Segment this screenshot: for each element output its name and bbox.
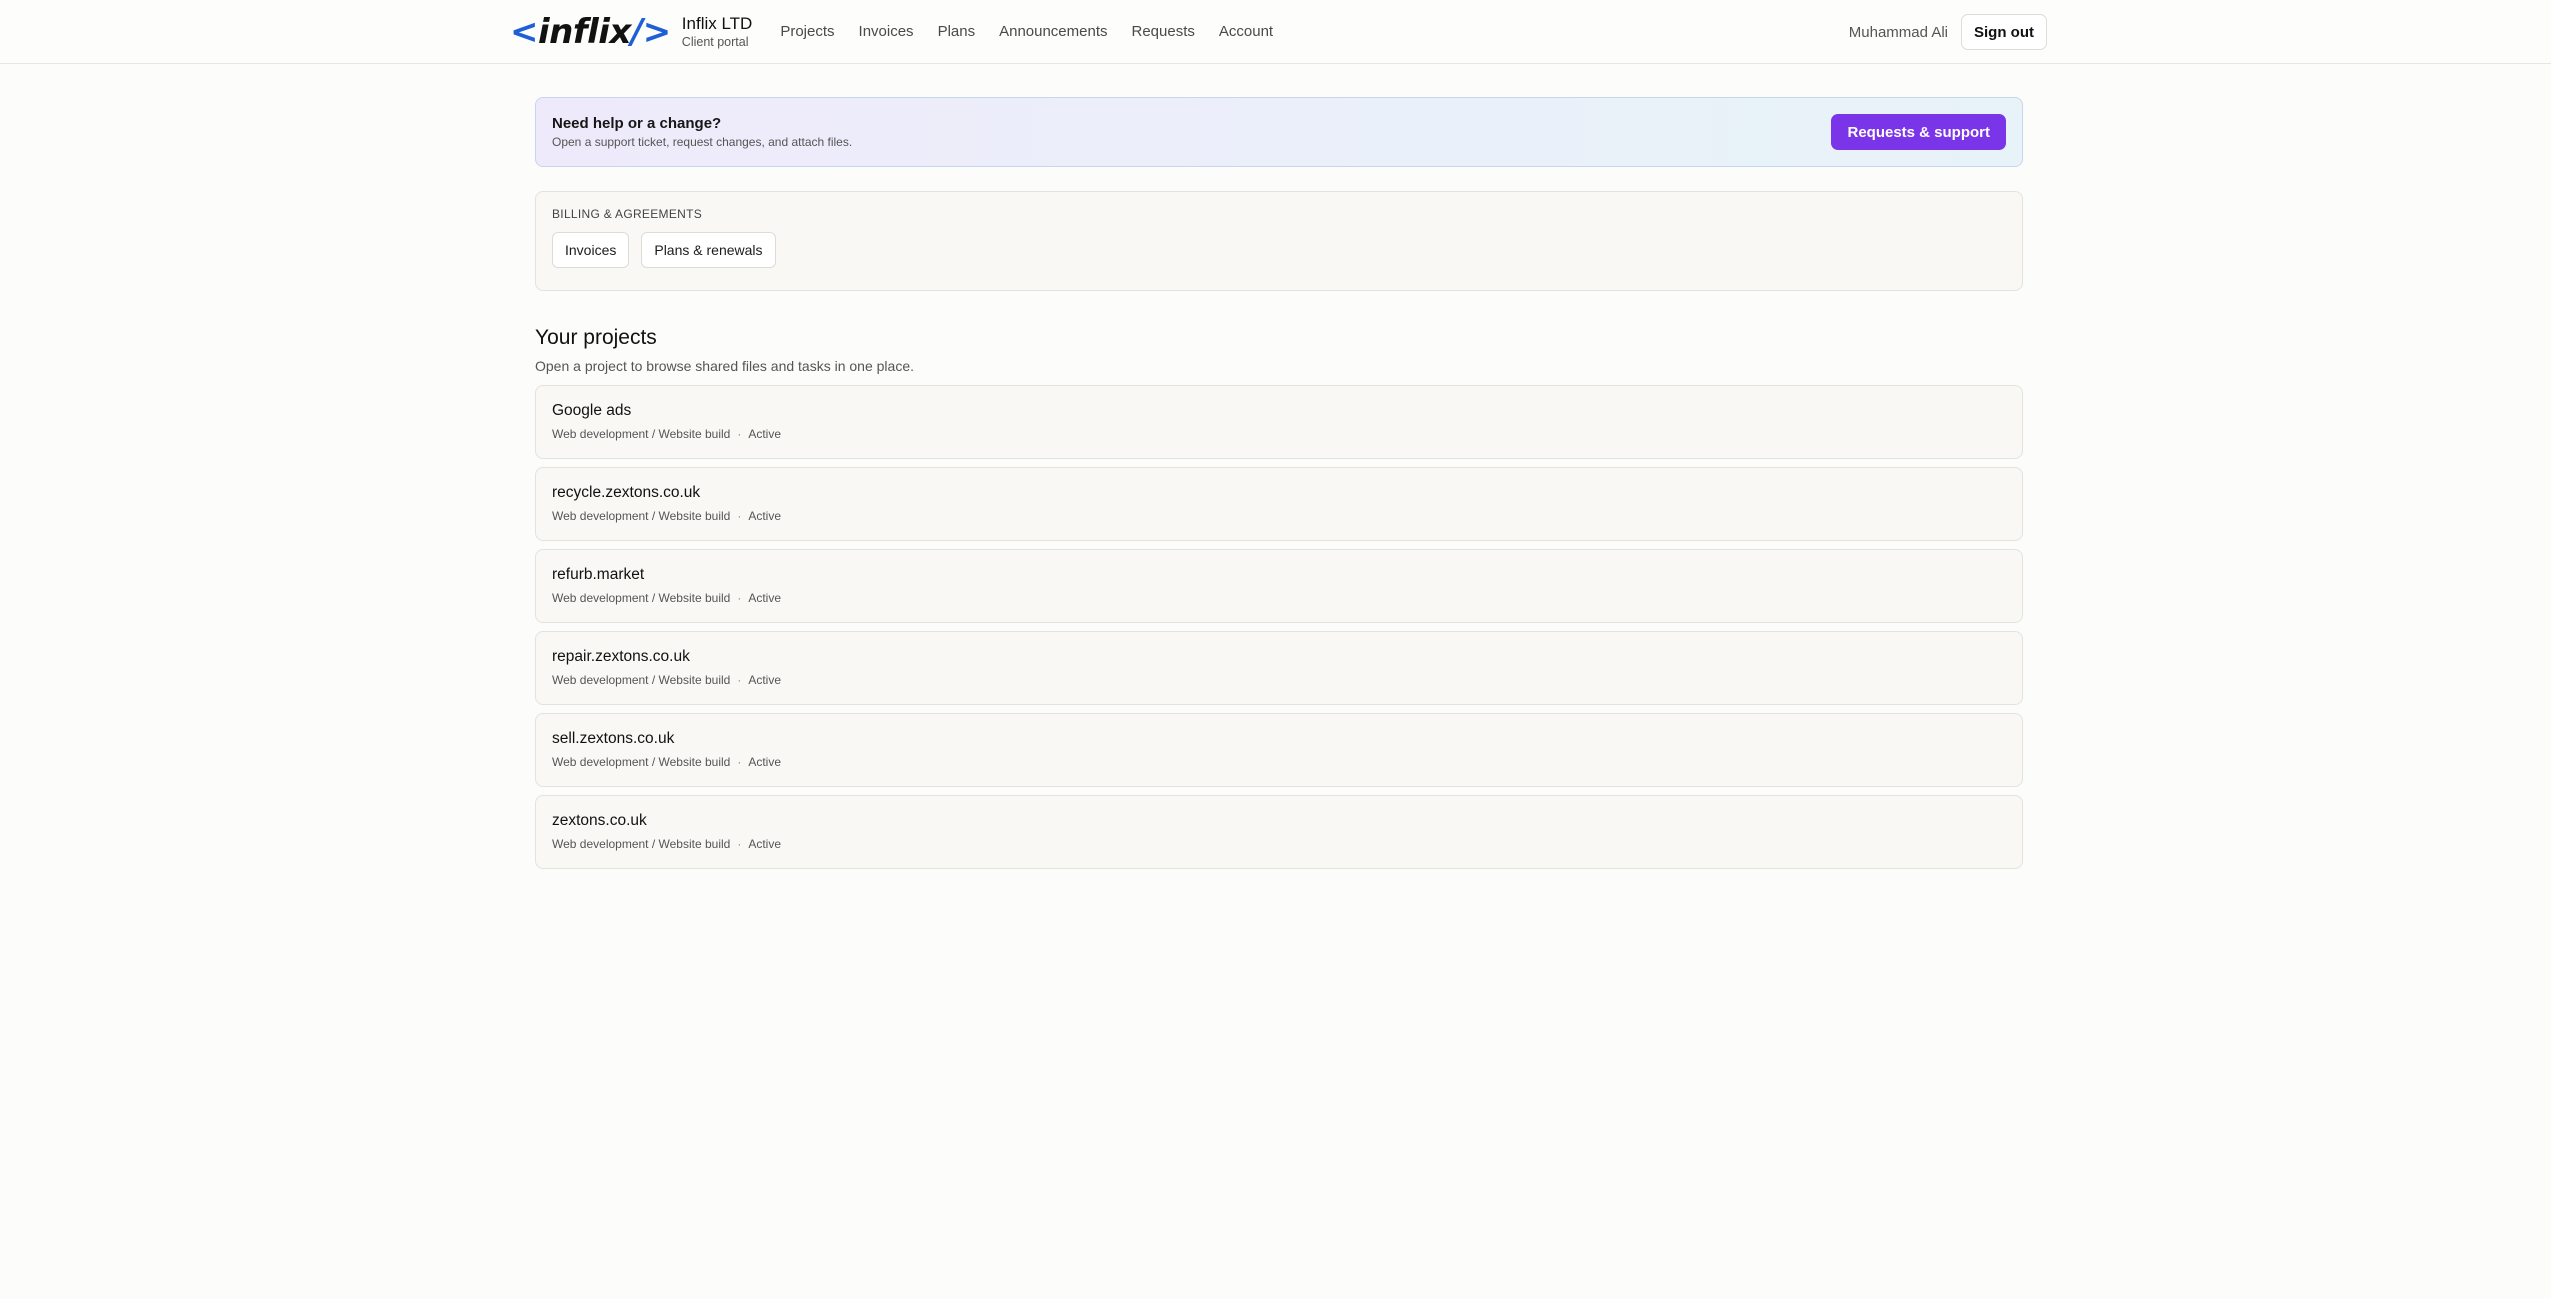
brand-block: Inflix LTD Client portal [682,14,753,51]
projects-title: Your projects [535,326,657,349]
project-status: Active [748,427,782,441]
project-status: Active [748,755,782,769]
invoices-button[interactable]: Invoices [552,232,630,268]
project-status: Active [748,673,782,687]
project-card[interactable]: repair.zextons.co.uk Web development / W… [535,631,2023,705]
project-meta: Web development / Website build · Active [552,754,2006,770]
project-category: Web development / Website build [552,509,731,523]
project-category: Web development / Website build [552,591,731,605]
project-category: Web development / Website build [552,755,731,769]
project-name: refurb.market [552,566,645,583]
logo-close-bracket: /> [630,12,671,52]
billing-label: BILLING & AGREEMENTS [552,207,703,221]
help-subtitle: Open a support ticket, request changes, … [552,134,853,149]
project-meta: Web development / Website build · Active [552,836,2006,852]
project-meta: Web development / Website build · Active [552,590,2006,606]
project-card[interactable]: zextons.co.uk Web development / Website … [535,795,2023,869]
billing-buttons: Invoices Plans & renewals [552,232,2006,268]
nav-link-account[interactable]: Account [1219,22,1273,42]
project-card[interactable]: refurb.market Web development / Website … [535,549,2023,623]
meta-separator: · [737,427,742,441]
project-category: Web development / Website build [552,837,731,851]
top-header: < inflix /> Inflix LTD Client portal Pro… [0,0,2551,64]
project-name: zextons.co.uk [552,812,647,829]
brand-name: Inflix LTD [681,13,753,33]
header-inner: < inflix /> Inflix LTD Client portal Pro… [510,0,2047,64]
project-status: Active [748,509,782,523]
project-name: sell.zextons.co.uk [552,730,675,747]
main-content: Need help or a change? Open a support ti… [535,97,2023,877]
project-name: Google ads [552,402,632,419]
nav-link-announcements[interactable]: Announcements [999,22,1107,42]
project-category: Web development / Website build [552,427,731,441]
requests-support-button[interactable]: Requests & support [1831,114,2006,150]
help-banner: Need help or a change? Open a support ti… [535,97,2023,167]
user-name: Muhammad Ali [1848,23,1948,41]
meta-separator: · [737,755,742,769]
nav-link-projects[interactable]: Projects [780,22,834,42]
project-meta: Web development / Website build · Active [552,672,2006,688]
sign-out-button[interactable]: Sign out [1961,14,2047,50]
main-nav: Projects Invoices Plans Announcements Re… [780,22,1297,42]
project-meta: Web development / Website build · Active [552,508,2006,524]
logo-word: inflix [538,12,631,52]
project-status: Active [748,591,782,605]
nav-link-plans[interactable]: Plans [938,22,976,42]
project-list: Google ads Web development / Website bui… [535,385,2023,869]
help-text: Need help or a change? Open a support ti… [552,114,852,151]
inflix-logo[interactable]: < inflix /> [510,0,671,64]
project-card[interactable]: recycle.zextons.co.uk Web development / … [535,467,2023,541]
project-name: recycle.zextons.co.uk [552,484,701,501]
project-card[interactable]: Google ads Web development / Website bui… [535,385,2023,459]
project-category: Web development / Website build [552,673,731,687]
projects-subtitle: Open a project to browse shared files an… [535,358,914,374]
meta-separator: · [737,591,742,605]
project-card[interactable]: sell.zextons.co.uk Web development / Web… [535,713,2023,787]
billing-section: BILLING & AGREEMENTS Invoices Plans & re… [535,191,2023,291]
header-right: Muhammad Ali Sign out [1849,14,2047,50]
nav-link-requests[interactable]: Requests [1132,22,1195,42]
nav-link-invoices[interactable]: Invoices [859,22,914,42]
project-status: Active [748,837,782,851]
logo-open-bracket: < [510,12,539,52]
project-name: repair.zextons.co.uk [552,648,690,665]
plans-renewals-button[interactable]: Plans & renewals [641,232,776,268]
help-title: Need help or a change? [552,114,722,132]
meta-separator: · [737,673,742,687]
project-meta: Web development / Website build · Active [552,426,2006,442]
meta-separator: · [737,837,742,851]
meta-separator: · [737,509,742,523]
brand-subtitle: Client portal [681,34,749,49]
